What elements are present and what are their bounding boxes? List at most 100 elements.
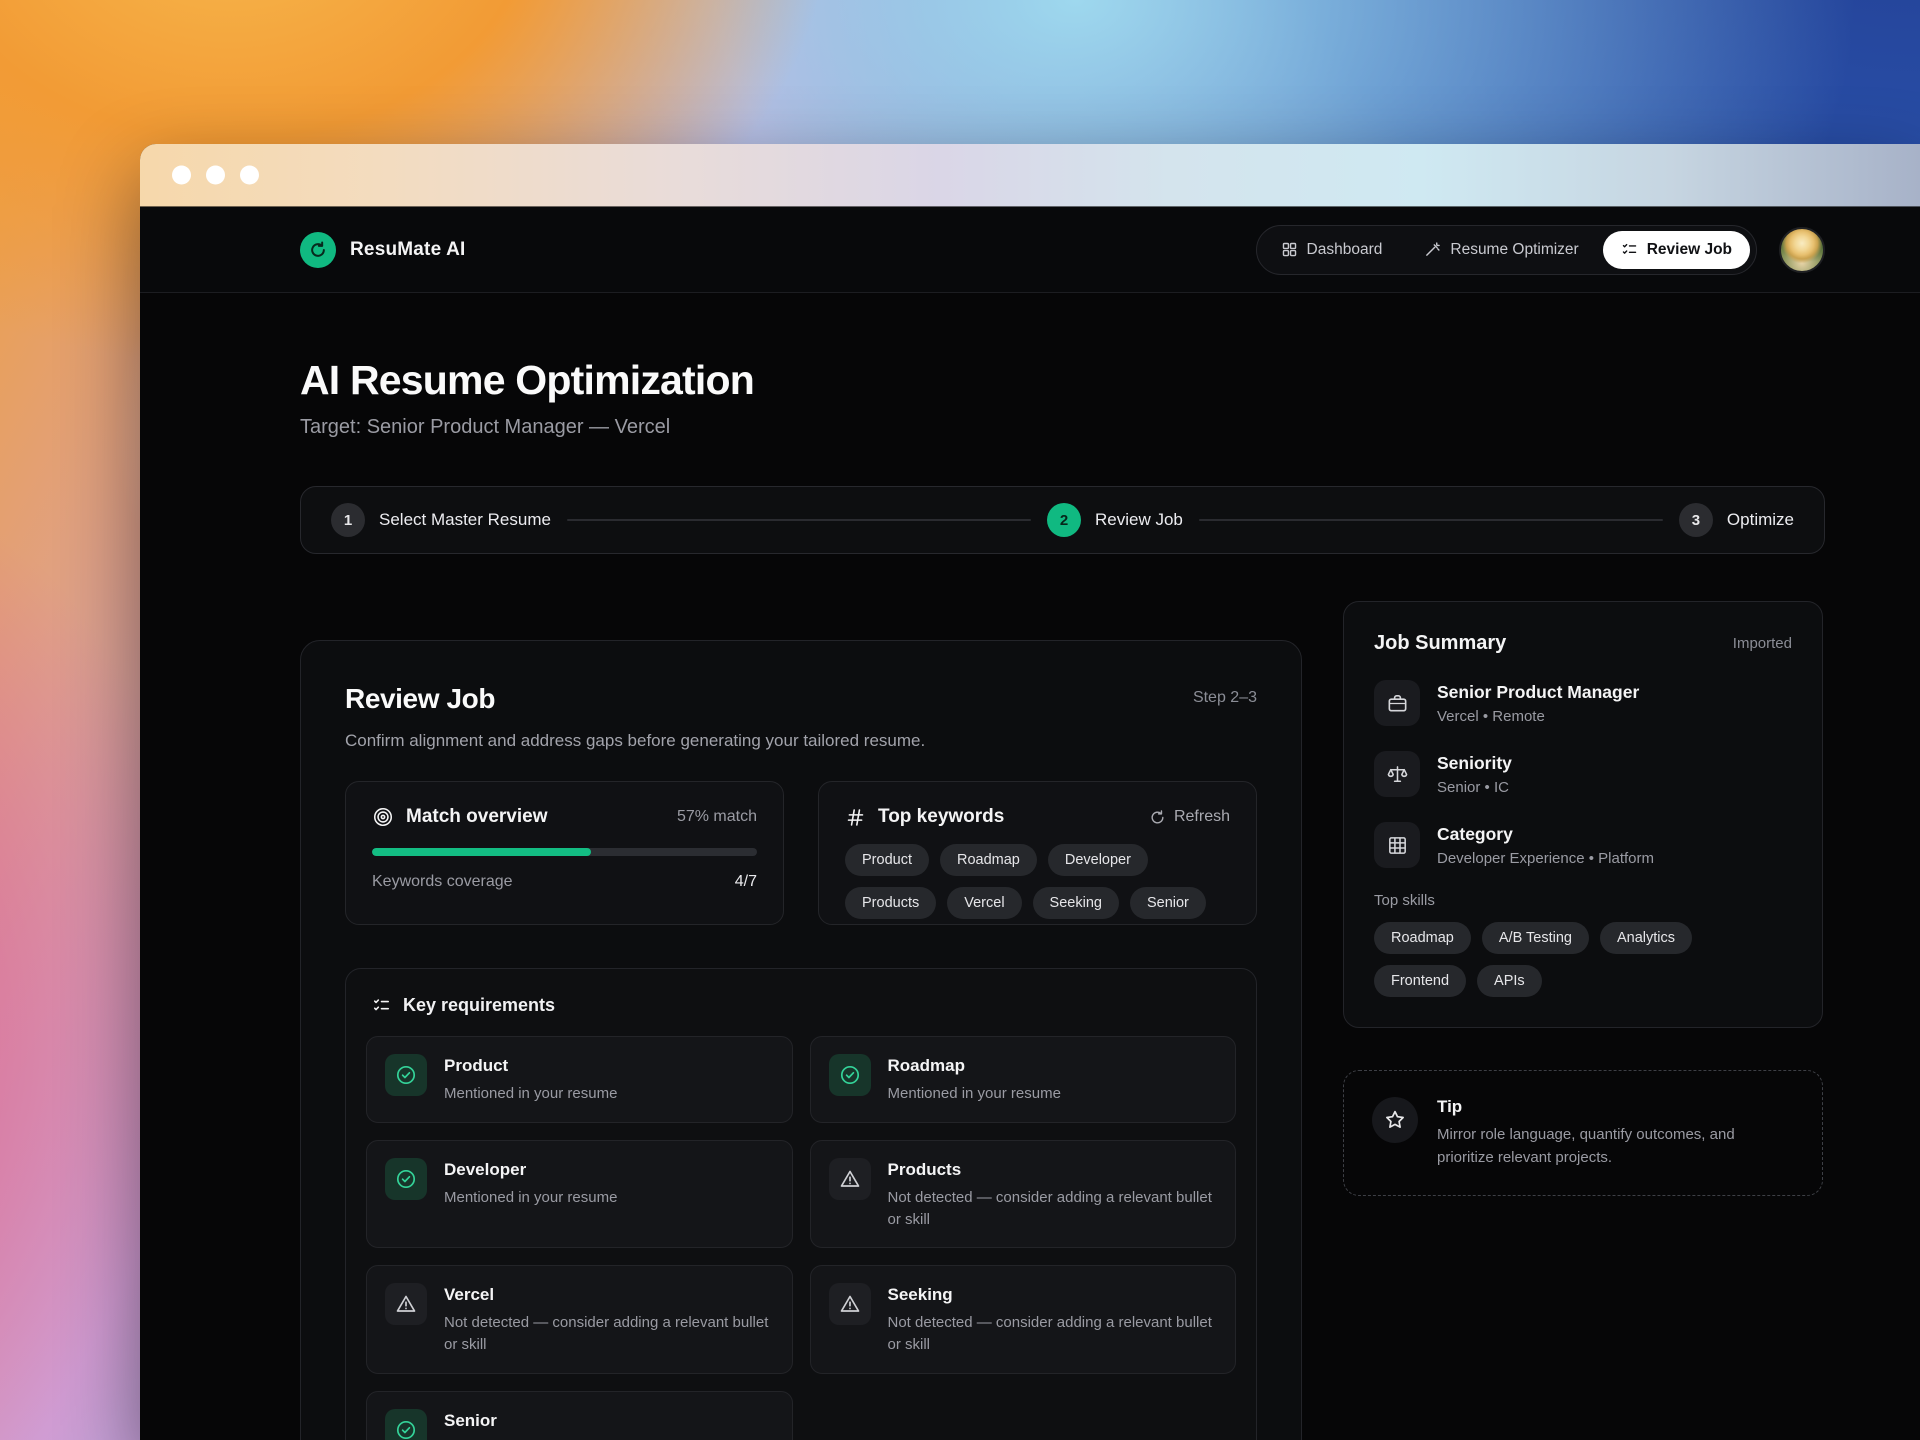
requirement-card[interactable]: Product Mentioned in your resume — [366, 1036, 793, 1123]
requirement-name: Seeking — [888, 1285, 1218, 1305]
keyword-pill[interactable]: Vercel — [947, 887, 1021, 919]
check-circle-icon — [829, 1054, 871, 1096]
key-requirements-title: Key requirements — [403, 995, 555, 1016]
check-circle-icon — [385, 1158, 427, 1200]
requirement-name: Vercel — [444, 1285, 774, 1305]
step-select-master-resume[interactable]: 1 Select Master Resume — [331, 503, 551, 537]
app-window: ResuMate AI Dashboard — [140, 144, 1920, 1440]
requirement-note: Not detected — consider adding a relevan… — [888, 1312, 1218, 1356]
traffic-lights — [172, 166, 259, 185]
nav-item-label: Review Job — [1647, 241, 1732, 259]
scales-icon — [1374, 751, 1420, 797]
grid-icon — [1374, 822, 1420, 868]
job-summary-row: Senior Product Manager Vercel • Remote — [1374, 680, 1792, 726]
nav-item-resume-optimizer[interactable]: Resume Optimizer — [1406, 231, 1596, 269]
top-skills-label: Top skills — [1374, 892, 1792, 909]
checklist-icon — [372, 996, 391, 1015]
requirement-note: Mentioned in your resume — [888, 1083, 1061, 1105]
step-note: Step 2–3 — [1193, 689, 1257, 707]
briefcase-icon — [1374, 680, 1420, 726]
skill-pill[interactable]: Roadmap — [1374, 922, 1471, 954]
seniority-title: Seniority — [1437, 753, 1512, 774]
requirement-note: Mentioned in your resume — [444, 1187, 617, 1209]
hash-icon — [845, 807, 866, 828]
tip-card: Tip Mirror role language, quantify outco… — [1343, 1070, 1823, 1196]
match-percent-label: 57% match — [677, 808, 757, 826]
keyword-pill[interactable]: Seeking — [1033, 887, 1119, 919]
keyword-pills: Product Roadmap Developer Products Verce… — [845, 844, 1230, 919]
match-progress-bar — [372, 848, 757, 856]
brand-name: ResuMate AI — [350, 239, 466, 261]
nav-item-review-job[interactable]: Review Job — [1603, 231, 1750, 269]
step-label: Optimize — [1727, 510, 1794, 530]
job-summary-row: Seniority Senior • IC — [1374, 751, 1792, 797]
close-window-button[interactable] — [172, 166, 191, 185]
warning-triangle-icon — [385, 1283, 427, 1325]
coverage-label: Keywords coverage — [372, 873, 513, 891]
dashboard-grid-icon — [1281, 241, 1298, 258]
window-titlebar — [140, 144, 1920, 207]
requirement-name: Senior — [444, 1411, 617, 1431]
minimize-window-button[interactable] — [206, 166, 225, 185]
keyword-pill[interactable]: Roadmap — [940, 844, 1037, 876]
requirement-note: Not detected — consider adding a relevan… — [444, 1312, 774, 1356]
user-avatar[interactable] — [1779, 227, 1825, 273]
step-number: 2 — [1047, 503, 1081, 537]
keyword-pill[interactable]: Products — [845, 887, 936, 919]
requirement-card[interactable]: Roadmap Mentioned in your resume — [810, 1036, 1237, 1123]
skill-pill[interactable]: Analytics — [1600, 922, 1692, 954]
job-summary-title: Job Summary — [1374, 632, 1506, 655]
zoom-window-button[interactable] — [240, 166, 259, 185]
category-value: Developer Experience • Platform — [1437, 850, 1654, 867]
check-circle-icon — [385, 1409, 427, 1440]
target-icon — [372, 806, 394, 828]
step-label: Select Master Resume — [379, 510, 551, 530]
tip-text: Mirror role language, quantify outcomes,… — [1437, 1124, 1767, 1169]
refresh-label: Refresh — [1174, 808, 1230, 826]
keyword-pill[interactable]: Senior — [1130, 887, 1206, 919]
requirement-card[interactable]: Vercel Not detected — consider adding a … — [366, 1265, 793, 1374]
match-overview-card: Match overview 57% match Keywords covera… — [345, 781, 784, 925]
skill-pill[interactable]: A/B Testing — [1482, 922, 1589, 954]
keyword-pill[interactable]: Product — [845, 844, 929, 876]
star-icon — [1372, 1097, 1418, 1143]
requirement-card[interactable]: Products Not detected — consider adding … — [810, 1140, 1237, 1249]
skill-pill[interactable]: APIs — [1477, 965, 1542, 997]
skill-pills: Roadmap A/B Testing Analytics Frontend A… — [1374, 922, 1792, 997]
requirement-name: Roadmap — [888, 1056, 1061, 1076]
job-summary-row: Category Developer Experience • Platform — [1374, 822, 1792, 868]
skill-pill[interactable]: Frontend — [1374, 965, 1466, 997]
requirement-card[interactable]: Seeking Not detected — consider adding a… — [810, 1265, 1237, 1374]
brand[interactable]: ResuMate AI — [300, 232, 466, 268]
wand-icon — [1424, 241, 1441, 258]
warning-triangle-icon — [829, 1283, 871, 1325]
key-requirements-section: Key requirements Product — [345, 968, 1257, 1440]
keyword-pill[interactable]: Developer — [1048, 844, 1148, 876]
step-review-job[interactable]: 2 Review Job — [1047, 503, 1183, 537]
review-card-description: Confirm alignment and address gaps befor… — [345, 731, 1257, 751]
page-title: AI Resume Optimization — [300, 357, 1825, 404]
match-progress-fill — [372, 848, 591, 856]
job-subtitle: Vercel • Remote — [1437, 708, 1639, 725]
job-summary-card: Job Summary Imported — [1343, 601, 1823, 1028]
nav-item-label: Resume Optimizer — [1450, 241, 1578, 259]
app-surface: ResuMate AI Dashboard — [140, 207, 1920, 1440]
refresh-button[interactable]: Refresh — [1149, 808, 1230, 826]
requirement-name: Product — [444, 1056, 617, 1076]
match-overview-title: Match overview — [406, 806, 548, 828]
page-content: AI Resume Optimization Target: Senior Pr… — [140, 293, 1920, 1440]
top-keywords-title: Top keywords — [878, 806, 1004, 828]
imported-badge: Imported — [1733, 635, 1792, 652]
nav-item-dashboard[interactable]: Dashboard — [1263, 231, 1401, 269]
requirement-name: Products — [888, 1160, 1218, 1180]
brand-logo-refresh-icon — [300, 232, 336, 268]
requirement-card[interactable]: Developer Mentioned in your resume — [366, 1140, 793, 1249]
requirement-card[interactable]: Senior Mentioned in your resume — [366, 1391, 793, 1440]
refresh-icon — [1149, 809, 1166, 826]
check-circle-icon — [385, 1054, 427, 1096]
step-optimize[interactable]: 3 Optimize — [1679, 503, 1794, 537]
warning-triangle-icon — [829, 1158, 871, 1200]
top-navigation: ResuMate AI Dashboard — [140, 207, 1920, 293]
sidebar: Job Summary Imported — [1343, 601, 1823, 1196]
seniority-value: Senior • IC — [1437, 779, 1512, 796]
